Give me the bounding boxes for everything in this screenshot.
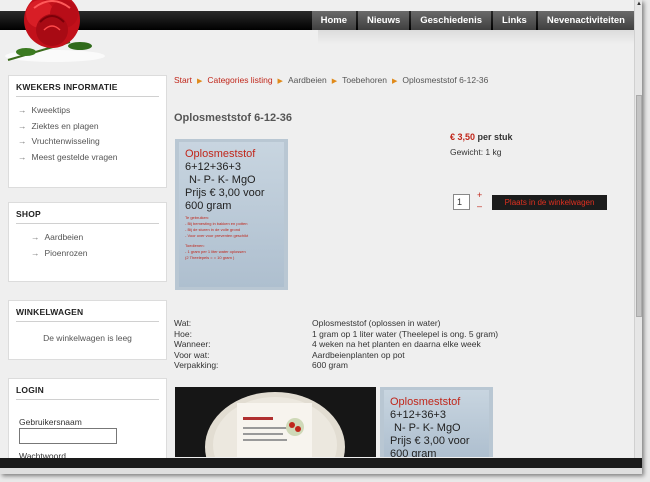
qty-minus-button[interactable]: – — [477, 201, 482, 212]
spec-key: Voor wat: — [174, 349, 210, 360]
label2-line-1: Oplosmeststof — [390, 396, 461, 408]
spec-key: Wanneer: — [174, 339, 211, 349]
breadcrumb-aardbeien[interactable]: Aardbeien — [288, 75, 327, 85]
nav-home[interactable]: Home — [311, 11, 356, 30]
quantity-stepper: + – — [477, 190, 482, 212]
jar-photo — [175, 387, 376, 457]
label2-line-5: 600 gram — [390, 448, 437, 457]
add-to-cart-button[interactable]: Plaats in de winkelwagen — [492, 195, 607, 210]
login-title: LOGIN — [16, 385, 159, 400]
nav-shadow — [318, 30, 642, 44]
spec-key: Wat: — [174, 318, 192, 328]
label-line-4: Prijs € 3,00 voor — [185, 187, 265, 199]
spec-value: 600 gram — [312, 360, 348, 370]
window-bottom-edge — [0, 468, 642, 474]
product-title: Oplosmeststof 6-12-36 — [174, 112, 292, 124]
sidebar-item-vragen[interactable]: → Meest gestelde vragen — [9, 150, 166, 166]
shop-list: → Aardbeien → Pioenrozen — [9, 230, 166, 261]
sidebar-item-label: Aardbeien — [44, 232, 84, 242]
kwekers-info-box: KWEKERS INFORMATIE → Kweektips → Ziektes e… — [8, 75, 167, 188]
label2-line-4: Prijs € 3,00 voor — [390, 435, 470, 447]
arrow-right-icon: → — [18, 120, 27, 131]
label-small-7: (2 Theelepels = = 10 gram ) — [185, 255, 235, 260]
shop-title: SHOP — [16, 209, 159, 224]
sidebar-item-kweektips[interactable]: → Kweektips — [9, 103, 166, 119]
label2-line-2: 6+12+36+3 — [390, 409, 446, 421]
scroll-up-icon[interactable]: ▲ — [635, 0, 642, 8]
breadcrumb-start[interactable]: Start — [174, 75, 192, 85]
breadcrumb-separator-icon: ▶ — [196, 78, 203, 85]
shop-box: SHOP → Aardbeien → Pioenrozen — [8, 202, 167, 282]
breadcrumb-separator-icon: ▶ — [392, 78, 398, 85]
label-small-5: Toedienen: — [185, 243, 205, 248]
horizontal-scrollbar[interactable] — [0, 458, 642, 468]
nav-nevenactiviteiten[interactable]: Nevenactiviteiten — [537, 11, 634, 30]
product-photo-label[interactable]: Oplosmeststof 6+12+36+3 N- P- K- MgO Pri… — [380, 387, 493, 457]
arrow-right-icon: → — [31, 232, 40, 242]
spec-value: Oplosmeststof (oplossen in water) — [312, 318, 441, 328]
label-small-3: - Bij de sturen in de volle grond — [185, 227, 241, 232]
login-box: LOGIN Gebruikersnaam Wachtwoord — [8, 378, 167, 470]
rose-logo — [5, 0, 105, 62]
arrow-right-icon: → — [18, 151, 27, 162]
product-photo-jar[interactable] — [175, 387, 376, 457]
breadcrumb-separator-icon: ▶ — [331, 78, 338, 85]
label-small-1: Te gebruiken: — [185, 215, 210, 220]
sidebar-item-label: Vruchtenwisseling — [31, 136, 100, 146]
label2-line-3: N- P- K- MgO — [394, 422, 461, 434]
arrow-right-icon: → — [18, 105, 27, 115]
breadcrumb-toebehoren[interactable]: Toebehoren — [342, 75, 387, 85]
browser-window: Home Nieuws Geschiedenis Links Nevenacti… — [0, 0, 642, 474]
spec-value: Aardbeienplanten op pot — [312, 349, 405, 360]
kwekers-info-title: KWEKERS INFORMATIE — [16, 82, 159, 97]
label-small-6: - 1 gram per 1 liter water oplossen — [185, 249, 246, 254]
cart-title: WINKELWAGEN — [16, 307, 159, 322]
breadcrumb-current: Oplosmeststof 6-12-36 — [402, 75, 489, 85]
price-unit: per stuk — [477, 132, 513, 142]
breadcrumb-categories[interactable]: Categories listing — [207, 75, 272, 85]
spec-key: Verpakking: — [174, 360, 219, 370]
product-label-card-2: Oplosmeststof 6+12+36+3 N- P- K- MgO Pri… — [384, 390, 489, 457]
cart-empty-text: De winkelwagen is leeg — [43, 333, 132, 343]
arrow-right-icon: → — [31, 247, 40, 258]
username-label: Gebruikersnaam — [19, 417, 82, 427]
quantity-input[interactable]: 1 — [453, 194, 470, 210]
sidebar-item-ziektes[interactable]: → Ziektes en plagen — [9, 119, 166, 135]
sidebar-item-aardbeien[interactable]: → Aardbeien — [9, 230, 166, 246]
sidebar-item-vruchtenwisseling[interactable]: → Vruchtenwisseling — [9, 134, 166, 150]
label-line-3: N- P- K- MgO — [189, 174, 256, 186]
vertical-scrollbar[interactable]: ▲ ▼ — [634, 0, 642, 468]
spec-value: 1 gram op 1 liter water (Theelepel is on… — [312, 328, 499, 339]
label-small-4: - Voor over voor preventen geschikt — [185, 233, 249, 238]
sidebar-item-label: Pioenrozen — [44, 247, 88, 258]
label-line-1: Oplosmeststof — [185, 148, 256, 160]
cart-box: WINKELWAGEN De winkelwagen is leeg — [8, 300, 167, 360]
sidebar-item-label: Meest gestelde vragen — [31, 151, 118, 162]
product-weight: Gewicht: 1 kg — [450, 147, 502, 157]
main-nav: Home Nieuws Geschiedenis Links Nevenacti… — [310, 11, 634, 30]
nav-nieuws[interactable]: Nieuws — [357, 11, 410, 30]
product-price: € 3,50 per stuk — [450, 132, 513, 142]
username-input[interactable] — [19, 428, 117, 444]
arrow-right-icon: → — [18, 136, 27, 146]
price-amount: € 3,50 — [450, 132, 476, 142]
sidebar-item-label: Kweektips — [31, 105, 71, 115]
sidebar-item-label: Ziektes en plagen — [31, 120, 99, 131]
label-small-2: - Bij bemesting in bakken en potten — [185, 221, 248, 226]
kwekers-info-list: → Kweektips → Ziektes en plagen → Vruchtenw… — [9, 103, 166, 165]
product-label-card: Oplosmeststof 6+12+36+3 N- P- K- MgO Pri… — [179, 142, 284, 287]
qty-plus-button[interactable]: + — [477, 190, 482, 201]
label-line-2: 6+12+36+3 — [185, 161, 241, 173]
breadcrumb-separator-icon: ▶ — [277, 78, 283, 85]
breadcrumb: Start ▶ Categories listing ▶ Aardbeien ▶ Toebe… — [174, 75, 488, 85]
product-image[interactable]: Oplosmeststof 6+12+36+3 N- P- K- MgO Pri… — [175, 139, 288, 290]
nav-geschiedenis[interactable]: Geschiedenis — [411, 11, 492, 30]
label-line-5: 600 gram — [185, 200, 232, 212]
nav-links[interactable]: Links — [493, 11, 536, 30]
screenshot-frame: Home Nieuws Geschiedenis Links Nevenacti… — [0, 0, 650, 482]
scrollbar-thumb[interactable] — [636, 95, 642, 317]
spec-key: Hoe: — [174, 328, 192, 339]
spec-value: 4 weken na het planten en daarna elke we… — [312, 339, 481, 349]
sidebar-item-pioenrozen[interactable]: → Pioenrozen — [9, 246, 166, 262]
